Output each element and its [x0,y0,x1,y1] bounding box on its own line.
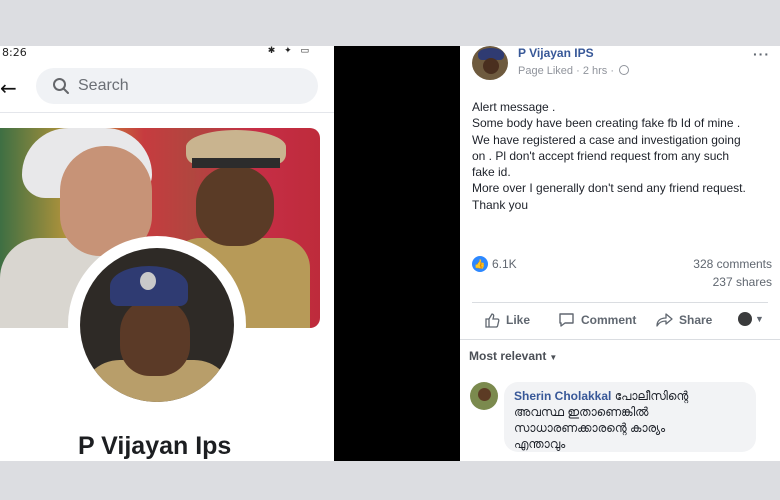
reaction-summary[interactable]: 👍 6.1K [472,256,517,272]
top-background-band [0,0,780,46]
comment-line: സാധാരണക്കാരന്റെ കാര്യം [514,421,666,435]
post-line: More over I generally don't send any fri… [472,181,746,196]
post-meta: Page Liked · 2 hrs · [518,65,630,77]
like-button[interactable]: Like [484,312,530,328]
post-line: Thank you [472,197,529,212]
post-line: We have registered a case and investigat… [472,132,741,147]
mobile-profile-screenshot: 8:26 ✱ ✦ ▭ ← Search P Vijayan Ips [0,46,334,461]
post-action-bar: Like Comment Share ▼ [472,308,772,332]
post-meta-text: Page Liked · 2 hrs · [518,65,614,77]
divider [460,339,780,340]
post-line: fake id. [472,165,511,180]
comments-count-link[interactable]: 328 comments [693,257,772,271]
avatar-face [120,298,190,376]
commenter-avatar[interactable] [470,382,498,410]
share-label: Share [679,313,713,327]
divider [472,302,768,303]
status-bar: 8:26 ✱ ✦ ▭ [0,46,334,62]
sort-label: Most relevant [469,349,547,363]
status-time: 8:26 [2,46,27,59]
more-options-icon[interactable]: ··· [753,46,770,62]
divider [0,112,334,113]
search-input[interactable]: Search [36,68,318,104]
profile-picture[interactable] [80,248,234,402]
bottom-background-band [0,461,780,500]
comment-button[interactable]: Comment [558,312,636,328]
audience-avatar-icon [738,312,752,326]
post-line: on . Pl don't accept friend request from… [472,148,730,163]
status-icons: ✱ ✦ ▭ [267,46,312,56]
avatar-cap-badge [140,272,156,290]
comment-label: Comment [581,313,637,327]
post-author-name[interactable]: P Vijayan IPS [518,46,594,60]
post-avatar-face [483,58,499,74]
comment-line: അവസ്ഥ ഇതാണെങ്കിൽ [514,405,649,419]
audience-selector[interactable]: ▼ [738,312,764,326]
facebook-post: P Vijayan IPS Page Liked · 2 hrs · ··· A… [460,46,780,461]
chevron-down-icon: ▼ [549,353,558,362]
shares-count-link[interactable]: 237 shares [713,275,772,289]
search-icon [52,77,70,100]
comment-line: എന്താവും [514,437,566,451]
comment-bubble: Sherin Cholakkal പോലീസിന്റെ അവസ്ഥ ഇതാണെങ… [504,382,756,452]
back-arrow-icon[interactable]: ← [0,76,17,100]
cover-person-right-face [196,166,274,246]
comment-icon [559,313,574,327]
comment-text-first: പോലീസിന്റെ [614,389,689,403]
profile-name: P Vijayan Ips [78,432,232,460]
commenter-face [478,388,491,401]
share-button[interactable]: Share [656,312,712,328]
chevron-down-icon: ▼ [755,314,764,324]
globe-icon [619,65,630,75]
comment-sort-dropdown[interactable]: Most relevant ▼ [469,349,557,363]
commenter-name[interactable]: Sherin Cholakkal [514,389,611,403]
like-label: Like [506,313,531,327]
post-body: Alert message . Some body have been crea… [472,99,776,213]
share-icon [656,313,673,327]
thumbs-up-icon [485,313,500,328]
cover-person-right-capband [192,158,280,168]
post-line: Some body have been creating fake fb Id … [472,116,741,131]
black-separator [334,46,460,461]
reaction-count: 6.1K [492,257,517,271]
like-reaction-icon: 👍 [472,256,488,272]
post-author-avatar[interactable] [472,46,508,80]
search-placeholder: Search [78,77,129,94]
post-line: Alert message . [472,100,556,114]
